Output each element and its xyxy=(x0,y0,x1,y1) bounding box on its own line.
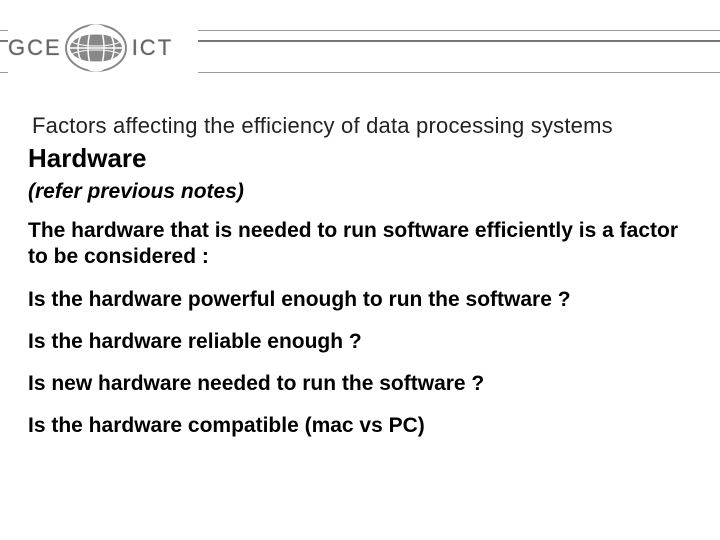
slide-title: Factors affecting the efficiency of data… xyxy=(32,113,692,139)
question-1: Is the hardware powerful enough to run t… xyxy=(28,287,692,313)
question-4: Is the hardware compatible (mac vs PC) xyxy=(28,413,692,439)
section-heading: Hardware xyxy=(28,143,692,174)
logo-text-right: ICT xyxy=(132,35,173,61)
logo: GCE ICT xyxy=(8,8,198,88)
globe-icon xyxy=(64,16,128,80)
refer-note: (refer previous notes) xyxy=(28,180,692,204)
slide-header: GCE ICT xyxy=(0,0,720,95)
question-2: Is the hardware reliable enough ? xyxy=(28,329,692,355)
question-3: Is new hardware needed to run the softwa… xyxy=(28,371,692,397)
intro-text: The hardware that is needed to run softw… xyxy=(28,218,692,271)
logo-text-left: GCE xyxy=(8,35,62,61)
slide-content: Factors affecting the efficiency of data… xyxy=(0,95,720,440)
